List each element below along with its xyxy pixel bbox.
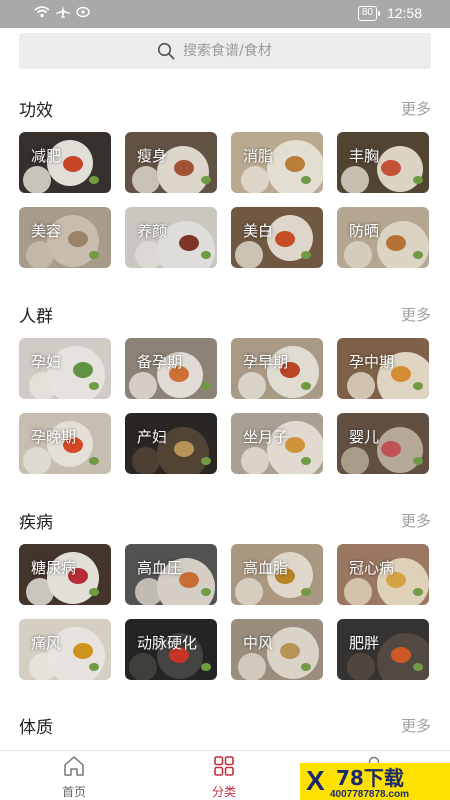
- grid-icon: [212, 755, 236, 781]
- tab-category[interactable]: 分类: [184, 755, 264, 800]
- status-bar: 80 12:58: [0, 0, 450, 28]
- category-card[interactable]: 孕早期: [231, 338, 323, 399]
- category-card[interactable]: 糖尿病: [19, 544, 111, 605]
- category-card[interactable]: 美容: [19, 207, 111, 268]
- category-card[interactable]: 减肥: [19, 132, 111, 193]
- category-card[interactable]: 中风: [231, 619, 323, 680]
- section-more-efficacy[interactable]: 更多: [401, 98, 431, 119]
- tab-home[interactable]: 首页: [34, 755, 114, 800]
- search-input[interactable]: [183, 43, 293, 59]
- category-label: 孕妇: [31, 353, 62, 371]
- tab-home-label: 首页: [61, 785, 86, 799]
- category-label: 坐月子: [243, 428, 289, 446]
- category-label: 高血脂: [243, 559, 289, 577]
- section-more-constitution[interactable]: 更多: [401, 715, 431, 736]
- battery-indicator: 80: [357, 5, 381, 21]
- category-label: 产妇: [137, 428, 168, 446]
- svg-text:4007787878.com: 4007787878.com: [330, 789, 409, 800]
- section-more-population[interactable]: 更多: [401, 304, 431, 325]
- category-card[interactable]: 消脂: [231, 132, 323, 193]
- category-card[interactable]: 养颜: [125, 207, 217, 268]
- search-icon: [157, 42, 175, 60]
- category-grid-efficacy: 减肥 瘦身 消脂 丰胸美容 养颜 美白 防晒: [19, 132, 431, 268]
- category-card[interactable]: 坐月子: [231, 413, 323, 474]
- category-label: 肥胖: [349, 634, 380, 652]
- category-label: 孕晚期: [31, 428, 77, 446]
- category-card[interactable]: 孕中期: [337, 338, 429, 399]
- category-label: 高血压: [137, 559, 183, 577]
- category-label: 丰胸: [349, 147, 380, 165]
- category-card[interactable]: 痛风: [19, 619, 111, 680]
- home-icon: [62, 755, 86, 781]
- section-title-disease: 疾病: [19, 513, 53, 533]
- category-grid-disease: 糖尿病 高血压 高血脂 冠心病痛风 动脉硬化 中风 肥胖: [19, 544, 431, 680]
- category-label: 中风: [243, 634, 274, 652]
- category-label: 冠心病: [349, 559, 395, 577]
- category-card[interactable]: 美白: [231, 207, 323, 268]
- category-card[interactable]: 高血脂: [231, 544, 323, 605]
- status-time: 12:58: [386, 5, 422, 21]
- category-card[interactable]: 冠心病: [337, 544, 429, 605]
- airplane-icon: [56, 6, 70, 22]
- category-label: 动脉硬化: [137, 634, 198, 652]
- category-label: 婴儿: [349, 428, 380, 446]
- status-icons: [34, 6, 90, 22]
- category-grid-population: 孕妇 备孕期 孕早期 孕中期孕晚期 产妇 坐月子 婴儿: [19, 338, 431, 474]
- section-title-population: 人群: [19, 307, 53, 327]
- category-card[interactable]: 动脉硬化: [125, 619, 217, 680]
- category-label: 消脂: [243, 147, 274, 165]
- category-label: 糖尿病: [31, 559, 77, 577]
- category-card[interactable]: 婴儿: [337, 413, 429, 474]
- category-label: 孕中期: [349, 353, 395, 371]
- search-bar[interactable]: [19, 33, 431, 69]
- category-label: 美容: [31, 222, 62, 240]
- wifi-icon: [34, 6, 50, 22]
- watermark-logo: X 78下载 4007787878.com: [300, 763, 450, 800]
- eye-comfort-icon: [76, 6, 90, 22]
- section-title-constitution: 体质: [19, 718, 53, 738]
- category-card[interactable]: 孕妇: [19, 338, 111, 399]
- category-card[interactable]: 备孕期: [125, 338, 217, 399]
- category-label: 备孕期: [137, 353, 183, 371]
- section-title-efficacy: 功效: [19, 101, 53, 121]
- category-label: 防晒: [349, 222, 380, 240]
- category-label: 孕早期: [243, 353, 289, 371]
- svg-text:X: X: [306, 765, 325, 796]
- category-label: 痛风: [31, 634, 62, 652]
- category-card[interactable]: 产妇: [125, 413, 217, 474]
- section-more-disease[interactable]: 更多: [401, 510, 431, 531]
- category-label: 瘦身: [137, 147, 168, 165]
- category-card[interactable]: 瘦身: [125, 132, 217, 193]
- category-label: 养颜: [137, 222, 168, 240]
- category-label: 美白: [243, 222, 274, 240]
- category-card[interactable]: 高血压: [125, 544, 217, 605]
- tab-category-label: 分类: [211, 785, 236, 799]
- category-card[interactable]: 丰胸: [337, 132, 429, 193]
- svg-text:78下载: 78下载: [336, 766, 404, 790]
- category-card[interactable]: 孕晚期: [19, 413, 111, 474]
- category-label: 减肥: [31, 147, 62, 165]
- category-card[interactable]: 防晒: [337, 207, 429, 268]
- category-card[interactable]: 肥胖: [337, 619, 429, 680]
